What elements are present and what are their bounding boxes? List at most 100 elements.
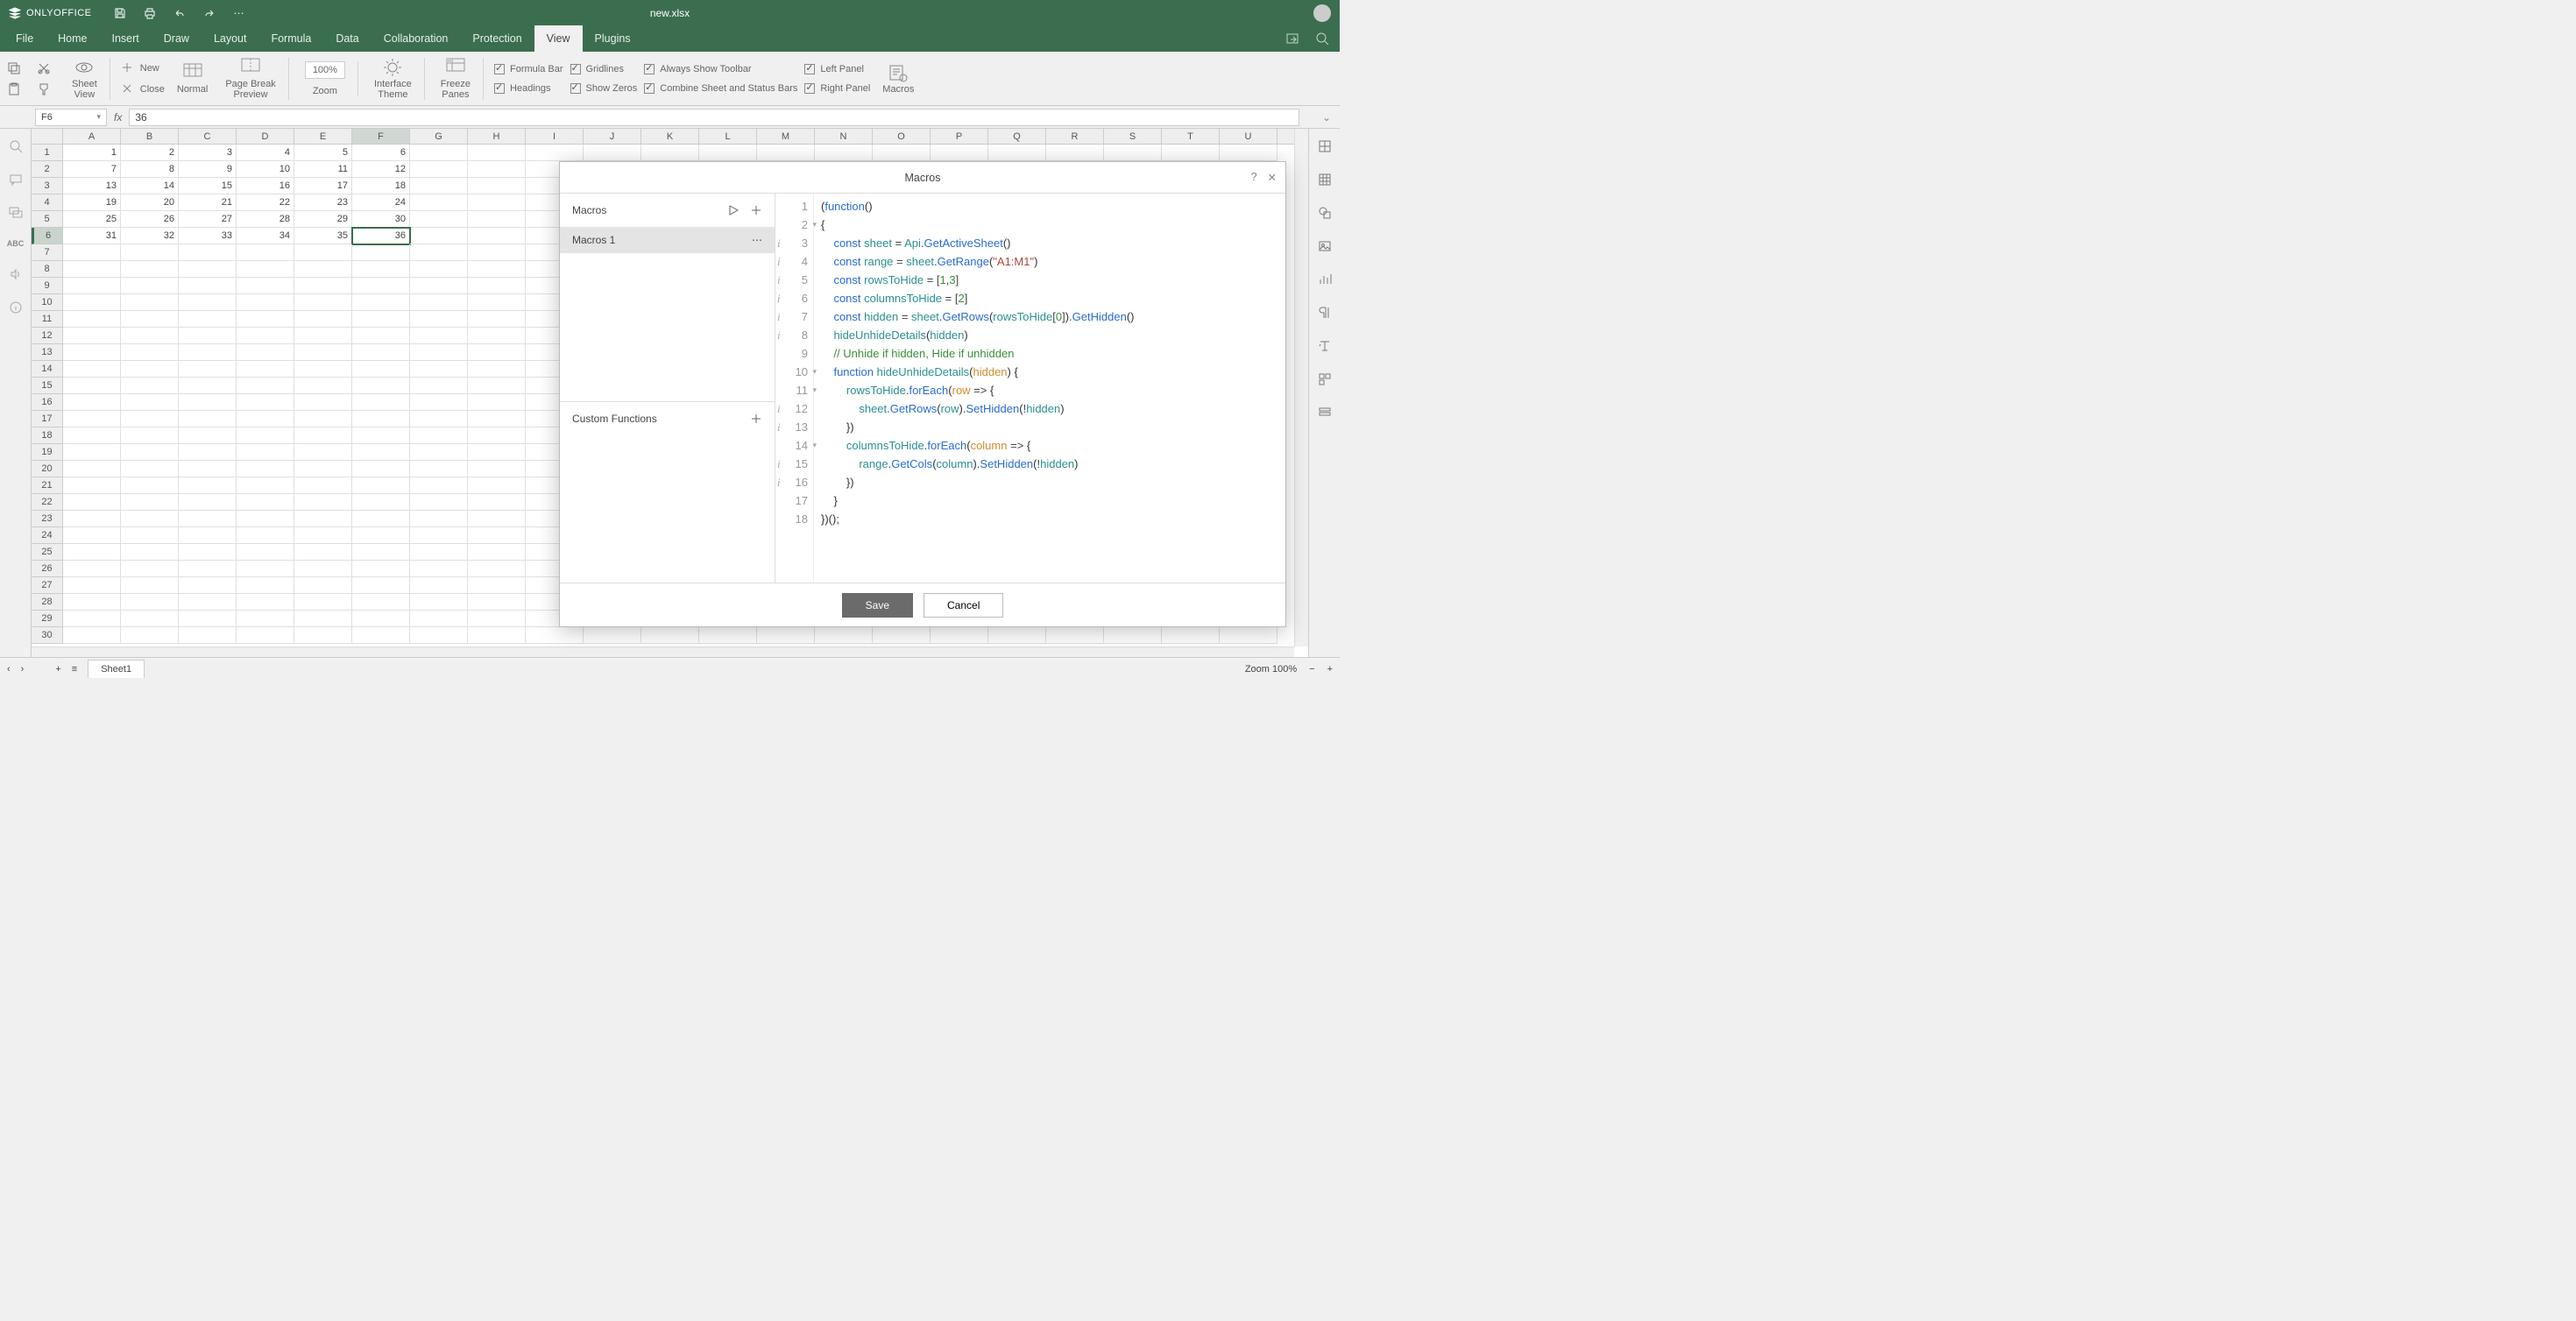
menu-tab-draw[interactable]: Draw [152, 25, 202, 52]
cell[interactable] [468, 328, 526, 344]
row-header-16[interactable]: 16 [32, 394, 62, 411]
cell[interactable] [699, 627, 757, 644]
user-avatar-icon[interactable] [1313, 4, 1331, 22]
cell[interactable] [410, 328, 468, 344]
col-header-N[interactable]: N [815, 129, 873, 144]
cancel-button[interactable]: Cancel [924, 593, 1003, 618]
row-header-2[interactable]: 2 [32, 161, 62, 178]
cell[interactable] [410, 461, 468, 477]
col-header-F[interactable]: F [352, 129, 410, 144]
cell[interactable] [237, 378, 294, 394]
cell[interactable] [237, 294, 294, 311]
cell[interactable]: 31 [63, 228, 121, 244]
paragraph-settings-icon[interactable] [1318, 306, 1332, 320]
cell[interactable] [179, 444, 237, 461]
cell[interactable] [468, 544, 526, 561]
cell[interactable] [294, 627, 352, 644]
cell[interactable]: 29 [294, 211, 352, 228]
add-macro-icon[interactable] [750, 204, 762, 216]
row-header-13[interactable]: 13 [32, 344, 62, 361]
row-header-17[interactable]: 17 [32, 411, 62, 427]
cell[interactable] [294, 244, 352, 261]
cell[interactable] [468, 361, 526, 378]
cell[interactable] [179, 427, 237, 444]
cell[interactable] [237, 561, 294, 577]
cell[interactable] [410, 444, 468, 461]
spellcheck-icon[interactable]: ABC [7, 239, 25, 248]
cell[interactable] [237, 527, 294, 544]
zoom-in-icon[interactable]: + [1327, 664, 1333, 675]
cell[interactable] [410, 178, 468, 194]
cell[interactable]: 12 [352, 161, 410, 178]
cell[interactable] [352, 261, 410, 278]
cell[interactable] [63, 244, 121, 261]
cell[interactable] [63, 461, 121, 477]
cell[interactable] [410, 294, 468, 311]
cell[interactable]: 26 [121, 211, 179, 228]
cell[interactable] [352, 611, 410, 627]
cell[interactable] [63, 444, 121, 461]
cell[interactable] [526, 145, 584, 161]
cell[interactable] [294, 561, 352, 577]
select-all-corner[interactable] [32, 129, 63, 145]
cut-icon[interactable] [37, 61, 51, 75]
cell[interactable] [352, 627, 410, 644]
cell[interactable]: 3 [179, 145, 237, 161]
cell[interactable]: 33 [179, 228, 237, 244]
cell[interactable] [468, 461, 526, 477]
cell[interactable] [1046, 145, 1104, 161]
cell[interactable] [1162, 145, 1220, 161]
sheet-tab[interactable]: Sheet1 [88, 660, 145, 678]
row-header-19[interactable]: 19 [32, 444, 62, 461]
cell[interactable] [410, 627, 468, 644]
cell[interactable] [294, 394, 352, 411]
cell[interactable] [294, 328, 352, 344]
menu-tab-view[interactable]: View [534, 25, 583, 52]
cell[interactable] [294, 611, 352, 627]
row-header-11[interactable]: 11 [32, 311, 62, 328]
fx-icon[interactable]: fx [114, 111, 122, 124]
cell[interactable]: 22 [237, 194, 294, 211]
cell[interactable] [352, 527, 410, 544]
menu-tab-home[interactable]: Home [46, 25, 99, 52]
cell[interactable] [179, 344, 237, 361]
cell[interactable] [468, 294, 526, 311]
cell[interactable] [352, 328, 410, 344]
cell[interactable] [179, 328, 237, 344]
row-header-4[interactable]: 4 [32, 194, 62, 211]
cell[interactable] [352, 427, 410, 444]
cell[interactable] [410, 527, 468, 544]
row-header-6[interactable]: 6 [32, 228, 62, 244]
col-header-D[interactable]: D [237, 129, 294, 144]
cell[interactable] [294, 294, 352, 311]
cell[interactable] [294, 378, 352, 394]
slicer-settings-icon[interactable] [1318, 406, 1332, 420]
row-header-20[interactable]: 20 [32, 461, 62, 477]
add-function-icon[interactable] [750, 413, 762, 425]
row-header-28[interactable]: 28 [32, 594, 62, 611]
cell[interactable] [410, 244, 468, 261]
cell[interactable] [352, 461, 410, 477]
table-settings-icon[interactable] [1318, 173, 1332, 187]
cell[interactable] [410, 394, 468, 411]
chk-always-toolbar[interactable]: Always Show Toolbar [644, 64, 797, 74]
row-header-25[interactable]: 25 [32, 544, 62, 561]
cell[interactable] [352, 294, 410, 311]
cell[interactable] [63, 494, 121, 511]
cell[interactable] [63, 344, 121, 361]
cell[interactable] [294, 527, 352, 544]
cell[interactable] [1162, 627, 1220, 644]
cell[interactable] [873, 627, 931, 644]
feedback-icon[interactable] [9, 267, 23, 281]
cell[interactable] [63, 594, 121, 611]
cell[interactable] [237, 444, 294, 461]
cell[interactable] [121, 427, 179, 444]
col-header-Q[interactable]: Q [988, 129, 1046, 144]
menu-tab-layout[interactable]: Layout [202, 25, 259, 52]
cell[interactable] [63, 561, 121, 577]
cell[interactable] [468, 611, 526, 627]
cell[interactable] [468, 161, 526, 178]
close-icon[interactable]: ✕ [1268, 171, 1277, 184]
cell[interactable] [641, 627, 699, 644]
cell[interactable] [237, 627, 294, 644]
